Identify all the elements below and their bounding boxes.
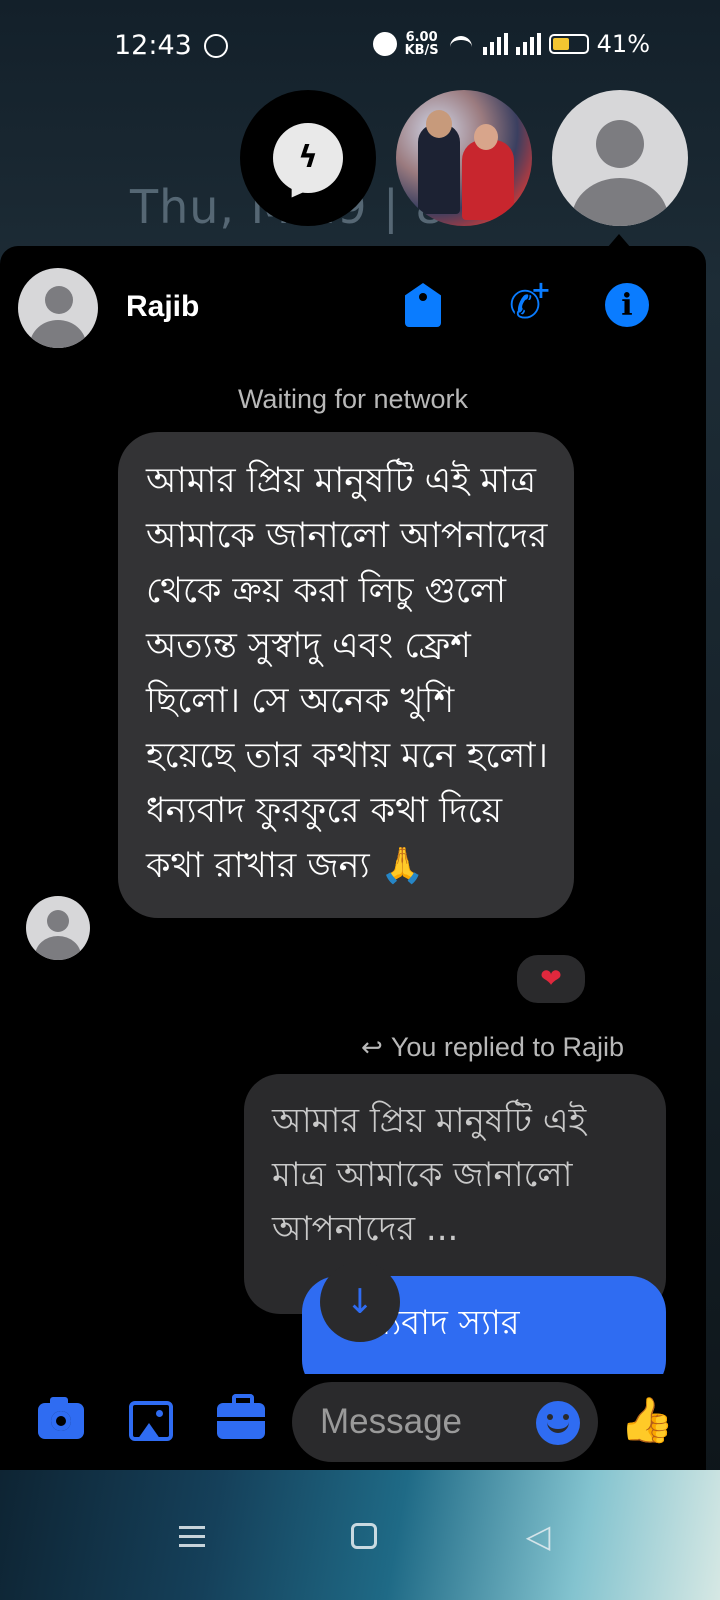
battery-icon bbox=[548, 34, 589, 54]
status-bar: 12:43 6.00 KB/S 41% bbox=[0, 0, 720, 90]
heart-icon: ❤ bbox=[540, 964, 562, 994]
clock: 12:43 bbox=[114, 30, 192, 61]
heart-reaction[interactable]: ❤ bbox=[514, 952, 588, 1006]
sender-avatar[interactable] bbox=[26, 896, 90, 960]
back-nav-button[interactable]: ◁ bbox=[518, 1516, 558, 1556]
reply-note-text: You replied to Rajib bbox=[390, 1032, 624, 1062]
reply-indicator: ↩ You replied to Rajib bbox=[361, 1032, 624, 1063]
back-icon: ◁ bbox=[525, 1517, 551, 1555]
wifi-icon bbox=[447, 34, 475, 54]
status-icons: 6.00 KB/S 41% bbox=[372, 30, 650, 58]
message-placeholder: Message bbox=[320, 1402, 463, 1441]
home-nav-button[interactable] bbox=[344, 1516, 384, 1556]
navigation-bar: ◁ bbox=[0, 1470, 720, 1600]
chat-panel: Rajib ✆ + i Waiting for network আমার প্রি… bbox=[0, 246, 706, 1470]
info-icon[interactable]: i bbox=[602, 280, 652, 330]
arrow-down-icon: ↓ bbox=[345, 1282, 375, 1322]
reply-arrow-icon: ↩ bbox=[361, 1032, 383, 1062]
messenger-chat-head[interactable]: ϟ bbox=[240, 90, 376, 226]
battery-percent: 41% bbox=[596, 30, 650, 58]
messenger-icon: ϟ bbox=[273, 123, 343, 193]
network-speed-unit: KB/S bbox=[404, 43, 439, 58]
network-status: Waiting for network bbox=[237, 384, 469, 414]
signal-icon bbox=[482, 33, 508, 55]
composer: Message 👍 bbox=[0, 1374, 706, 1470]
default-avatar-chat-head[interactable] bbox=[552, 90, 688, 226]
messenger-notification-icon bbox=[204, 34, 228, 58]
emoji-icon[interactable] bbox=[536, 1401, 580, 1445]
camera-icon[interactable] bbox=[34, 1394, 88, 1448]
alarm-icon bbox=[372, 32, 397, 56]
scroll-down-button[interactable]: ↓ bbox=[320, 1262, 400, 1342]
menu-nav-button[interactable] bbox=[172, 1516, 212, 1556]
contact-name[interactable]: Rajib bbox=[126, 290, 199, 324]
network-speed: 6.00 KB/S bbox=[405, 31, 439, 57]
contact-photo-chat-head[interactable] bbox=[396, 90, 532, 226]
tag-icon[interactable] bbox=[398, 280, 448, 330]
thumbs-up-icon[interactable]: 👍 bbox=[620, 1394, 675, 1448]
add-call-icon[interactable]: ✆ + bbox=[500, 278, 551, 330]
gallery-icon[interactable] bbox=[124, 1394, 178, 1448]
chat-header: Rajib ✆ + i bbox=[0, 246, 706, 366]
signal-icon-2 bbox=[515, 33, 541, 55]
contact-avatar[interactable] bbox=[18, 268, 98, 348]
message-input[interactable]: Message bbox=[292, 1382, 598, 1462]
incoming-message[interactable]: আমার প্রিয় মানুষটি এই মাত্র আমাকে জানাল… bbox=[118, 432, 574, 918]
briefcase-icon[interactable] bbox=[214, 1394, 268, 1448]
